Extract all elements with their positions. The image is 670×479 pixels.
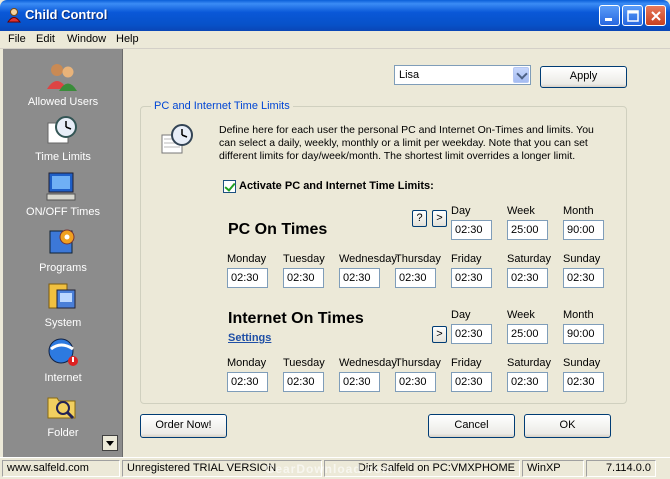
activate-limits-checkbox[interactable]	[223, 180, 236, 193]
internet-monday-field[interactable]: 02:30	[227, 372, 268, 392]
status-version: 7.114.0.0	[586, 460, 656, 477]
folder-icon	[47, 397, 76, 420]
pc-day-label: Day	[451, 205, 471, 217]
sidebar: Allowed Users Time Limits ON/OFF Times P…	[3, 49, 123, 457]
cancel-button[interactable]: Cancel	[428, 414, 515, 438]
sidebar-item-programs[interactable]: Programs	[3, 225, 123, 280]
window-title: Child Control	[25, 7, 108, 22]
group-title: PC and Internet Time Limits	[151, 100, 293, 112]
internet-monday-label: Monday	[227, 357, 267, 369]
internet-on-times-title: Internet On Times	[228, 310, 364, 327]
internet-month-field[interactable]: 90:00	[563, 324, 604, 344]
app-icon	[7, 8, 21, 23]
internet-icon	[48, 338, 78, 366]
internet-more-button[interactable]: >	[432, 326, 447, 343]
internet-wednesday-label: Wednesday	[339, 357, 397, 369]
chevron-down-icon[interactable]	[513, 67, 529, 83]
system-icon	[48, 283, 76, 309]
title-bar[interactable]: Child Control	[0, 0, 670, 31]
status-os: WinXP	[522, 460, 584, 477]
internet-week-field[interactable]: 25:00	[507, 324, 548, 344]
internet-wednesday-field[interactable]: 02:30	[339, 372, 380, 392]
internet-friday-field[interactable]: 02:30	[451, 372, 492, 392]
user-select-value: Lisa	[399, 69, 420, 81]
pc-day-field[interactable]: 02:30	[451, 220, 492, 240]
status-website: www.salfeld.com	[2, 460, 120, 477]
sidebar-item-label: Time Limits	[35, 151, 91, 163]
menu-help[interactable]: Help	[116, 33, 139, 45]
sidebar-item-label: ON/OFF Times	[26, 206, 100, 218]
ok-button[interactable]: OK	[524, 414, 611, 438]
pc-month-label: Month	[563, 205, 594, 217]
clock-calendar-icon	[161, 124, 193, 154]
clock-icon	[47, 116, 77, 144]
pc-friday-field[interactable]: 02:30	[451, 268, 492, 288]
internet-tuesday-field[interactable]: 02:30	[283, 372, 324, 392]
sidebar-item-label: Internet	[44, 372, 82, 384]
pc-week-label: Week	[507, 205, 535, 217]
menu-edit[interactable]: Edit	[36, 33, 55, 45]
pc-on-times-title: PC On Times	[228, 221, 328, 238]
sidebar-item-internet[interactable]: Internet	[3, 335, 123, 390]
internet-thursday-field[interactable]: 02:30	[395, 372, 436, 392]
pc-thursday-field[interactable]: 02:30	[395, 268, 436, 288]
pc-sunday-field[interactable]: 02:30	[563, 268, 604, 288]
internet-settings-link[interactable]: Settings	[228, 332, 271, 344]
internet-thursday-label: Thursday	[395, 357, 441, 369]
sidebar-item-label: Allowed Users	[27, 96, 99, 108]
maximize-button[interactable]	[622, 5, 643, 26]
pc-friday-label: Friday	[451, 253, 482, 265]
close-button[interactable]	[645, 5, 666, 26]
watermark: GearDownload.com	[265, 462, 394, 476]
activate-limits-label: Activate PC and Internet Time Limits:	[239, 180, 434, 192]
internet-month-label: Month	[563, 309, 594, 321]
menu-file[interactable]: File	[8, 33, 26, 45]
sidebar-item-onoff-times[interactable]: ON/OFF Times	[3, 170, 123, 225]
minimize-button[interactable]	[599, 5, 620, 26]
pc-tuesday-field[interactable]: 02:30	[283, 268, 324, 288]
pc-wednesday-field[interactable]: 02:30	[339, 268, 380, 288]
sidebar-item-allowed-users[interactable]: Allowed Users	[3, 61, 123, 116]
description-text: Define here for each user the personal P…	[219, 124, 594, 162]
maximize-icon	[627, 10, 639, 22]
internet-friday-label: Friday	[451, 357, 482, 369]
order-now-button[interactable]: Order Now!	[140, 414, 227, 438]
pc-monday-label: Monday	[227, 253, 267, 265]
pc-week-field[interactable]: 25:00	[507, 220, 548, 240]
sidebar-scroll-down-button[interactable]	[102, 435, 118, 451]
internet-week-label: Week	[507, 309, 535, 321]
minimize-icon	[605, 18, 612, 21]
pc-monday-field[interactable]: 02:30	[227, 268, 268, 288]
internet-saturday-label: Saturday	[507, 357, 552, 369]
internet-day-label: Day	[451, 309, 471, 321]
pc-wednesday-label: Wednesday	[339, 253, 397, 265]
pc-month-field[interactable]: 90:00	[563, 220, 604, 240]
pc-help-button[interactable]: ?	[412, 210, 427, 227]
sidebar-item-label: Programs	[39, 262, 87, 274]
computer-icon	[46, 172, 76, 201]
sidebar-item-time-limits[interactable]: Time Limits	[3, 115, 123, 170]
menu-window[interactable]: Window	[67, 33, 106, 45]
pc-sunday-label: Sunday	[563, 253, 601, 265]
close-icon	[651, 11, 661, 21]
sidebar-item-label: System	[44, 317, 82, 329]
programs-icon	[49, 229, 75, 254]
pc-saturday-field[interactable]: 02:30	[507, 268, 548, 288]
apply-button[interactable]: Apply	[540, 66, 627, 88]
internet-saturday-field[interactable]: 02:30	[507, 372, 548, 392]
pc-saturday-label: Saturday	[507, 253, 552, 265]
menu-bar: File Edit Window Help	[0, 31, 670, 49]
pc-more-button[interactable]: >	[432, 210, 447, 227]
internet-sunday-label: Sunday	[563, 357, 601, 369]
users-icon	[47, 64, 77, 91]
pc-tuesday-label: Tuesday	[283, 253, 325, 265]
internet-day-field[interactable]: 02:30	[451, 324, 492, 344]
sidebar-item-system[interactable]: System	[3, 280, 123, 335]
user-select[interactable]: Lisa	[394, 65, 531, 85]
internet-tuesday-label: Tuesday	[283, 357, 325, 369]
pc-thursday-label: Thursday	[395, 253, 441, 265]
internet-sunday-field[interactable]: 02:30	[563, 372, 604, 392]
